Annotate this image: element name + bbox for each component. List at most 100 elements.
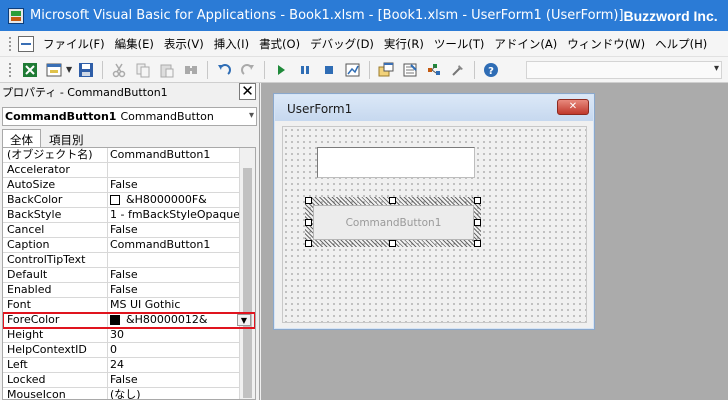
excel-view-icon[interactable] <box>20 60 40 80</box>
menu-window[interactable]: ウィンドウ(W) <box>562 36 650 52</box>
resize-handle-s[interactable] <box>389 240 396 247</box>
resize-handle-se[interactable] <box>474 240 481 247</box>
property-value[interactable]: CommandButton1 <box>108 238 255 252</box>
userform-titlebar: UserForm1 <box>275 95 593 121</box>
property-value-text: &H80000012& <box>126 313 208 326</box>
redo-icon[interactable] <box>238 60 258 80</box>
property-value[interactable]: &H80000012& ▼ <box>108 313 255 327</box>
property-row[interactable]: Locked False <box>3 373 255 388</box>
resize-handle-n[interactable] <box>389 197 396 204</box>
property-name: Accelerator <box>3 163 108 177</box>
property-value[interactable]: False <box>108 178 255 192</box>
property-value[interactable]: 1 - fmBackStyleOpaque <box>108 208 255 222</box>
property-value[interactable] <box>108 163 255 177</box>
property-row[interactable]: Cancel False <box>3 223 255 238</box>
commandbutton-control[interactable]: CommandButton1 <box>313 205 474 240</box>
menu-tools[interactable]: ツール(T) <box>429 36 490 52</box>
menu-insert[interactable]: 挿入(I) <box>209 36 254 52</box>
insert-userform-icon[interactable] <box>44 60 64 80</box>
property-value[interactable] <box>108 253 255 267</box>
property-row[interactable]: Font MS UI Gothic <box>3 298 255 313</box>
property-row[interactable]: Default False <box>3 268 255 283</box>
property-row[interactable]: AutoSize False <box>3 178 255 193</box>
resize-handle-sw[interactable] <box>305 240 312 247</box>
copy-icon[interactable] <box>133 60 153 80</box>
property-value[interactable]: &H8000000F& <box>108 193 255 207</box>
object-selector[interactable]: CommandButton1 CommandButton ▾ <box>2 107 257 126</box>
resize-handle-w[interactable] <box>305 219 312 226</box>
toolbar-location-box[interactable] <box>526 60 722 79</box>
resize-handle-nw[interactable] <box>305 197 312 204</box>
close-icon[interactable]: ✕ <box>239 83 256 100</box>
tab-alphabetic[interactable]: 全体 <box>2 129 41 147</box>
property-grid-scrollbar[interactable] <box>239 148 255 399</box>
property-name: Enabled <box>3 283 108 297</box>
menu-grip-icon[interactable] <box>4 34 18 54</box>
property-row[interactable]: MouseIcon (なし) <box>3 388 255 399</box>
property-row[interactable]: HelpContextID 0 <box>3 343 255 358</box>
standard-toolbar: ▼ ? <box>0 57 728 83</box>
menu-debug[interactable]: デバッグ(D) <box>305 36 379 52</box>
value-dropdown-icon[interactable]: ▼ <box>237 314 251 326</box>
property-name: BackColor <box>3 193 108 207</box>
userform-window[interactable]: UserForm1 ✕ CommandButton1 <box>273 93 595 330</box>
insert-dropdown-icon[interactable]: ▼ <box>66 65 74 74</box>
property-row[interactable]: Caption CommandButton1 <box>3 238 255 253</box>
properties-icon[interactable] <box>400 60 420 80</box>
property-value[interactable]: 24 <box>108 358 255 372</box>
properties-tabs: 全体 項目別 <box>2 129 92 147</box>
toolbar-grip-icon[interactable] <box>4 60 18 80</box>
menu-view[interactable]: 表示(V) <box>159 36 209 52</box>
resize-handle-ne[interactable] <box>474 197 481 204</box>
chevron-down-icon[interactable]: ▾ <box>249 110 254 121</box>
tab-categorized[interactable]: 項目別 <box>41 129 92 147</box>
paste-icon[interactable] <box>157 60 177 80</box>
menu-help[interactable]: ヘルプ(H) <box>650 36 712 52</box>
undo-icon[interactable] <box>214 60 234 80</box>
svg-text:?: ? <box>488 66 494 77</box>
scrollbar-thumb[interactable] <box>243 168 252 398</box>
code-window-icon[interactable] <box>18 35 34 52</box>
property-name: ForeColor <box>3 313 108 327</box>
find-icon[interactable] <box>181 60 201 80</box>
reset-icon[interactable] <box>319 60 339 80</box>
property-row[interactable]: BackStyle 1 - fmBackStyleOpaque <box>3 208 255 223</box>
property-row[interactable]: ControlTipText <box>3 253 255 268</box>
design-mode-icon[interactable] <box>343 60 363 80</box>
property-row[interactable]: Height 30 <box>3 328 255 343</box>
property-row[interactable]: (オブジェクト名) CommandButton1 <box>3 148 255 163</box>
property-value[interactable]: False <box>108 373 255 387</box>
property-value[interactable]: False <box>108 223 255 237</box>
property-value[interactable]: (なし) <box>108 388 255 399</box>
cut-icon[interactable] <box>109 60 129 80</box>
pause-icon[interactable] <box>295 60 315 80</box>
menu-file[interactable]: ファイル(F) <box>38 36 110 52</box>
property-row[interactable]: BackColor &H8000000F& <box>3 193 255 208</box>
property-value[interactable]: 0 <box>108 343 255 357</box>
property-value[interactable]: CommandButton1 <box>108 148 255 162</box>
property-value[interactable]: 30 <box>108 328 255 342</box>
property-value[interactable]: False <box>108 283 255 297</box>
property-value[interactable]: False <box>108 268 255 282</box>
property-value-text: CommandButton1 <box>110 148 211 161</box>
userform-close-icon[interactable]: ✕ <box>557 99 589 115</box>
property-row[interactable]: Left 24 <box>3 358 255 373</box>
userform-surface[interactable]: CommandButton1 <box>282 126 587 323</box>
property-name: Left <box>3 358 108 372</box>
menu-format[interactable]: 書式(O) <box>254 36 305 52</box>
project-explorer-icon[interactable] <box>376 60 396 80</box>
menu-edit[interactable]: 編集(E) <box>110 36 159 52</box>
property-row[interactable]: ForeColor &H80000012& ▼ <box>3 312 255 329</box>
menu-addins[interactable]: アドイン(A) <box>489 36 562 52</box>
property-row[interactable]: Enabled False <box>3 283 255 298</box>
property-row[interactable]: Accelerator <box>3 163 255 178</box>
resize-handle-e[interactable] <box>474 219 481 226</box>
run-icon[interactable] <box>271 60 291 80</box>
object-browser-icon[interactable] <box>424 60 444 80</box>
save-icon[interactable] <box>76 60 96 80</box>
help-icon[interactable]: ? <box>481 60 501 80</box>
toolbox-icon[interactable] <box>448 60 468 80</box>
property-value[interactable]: MS UI Gothic <box>108 298 255 312</box>
menu-run[interactable]: 実行(R) <box>379 36 429 52</box>
textbox-control[interactable] <box>317 147 475 178</box>
